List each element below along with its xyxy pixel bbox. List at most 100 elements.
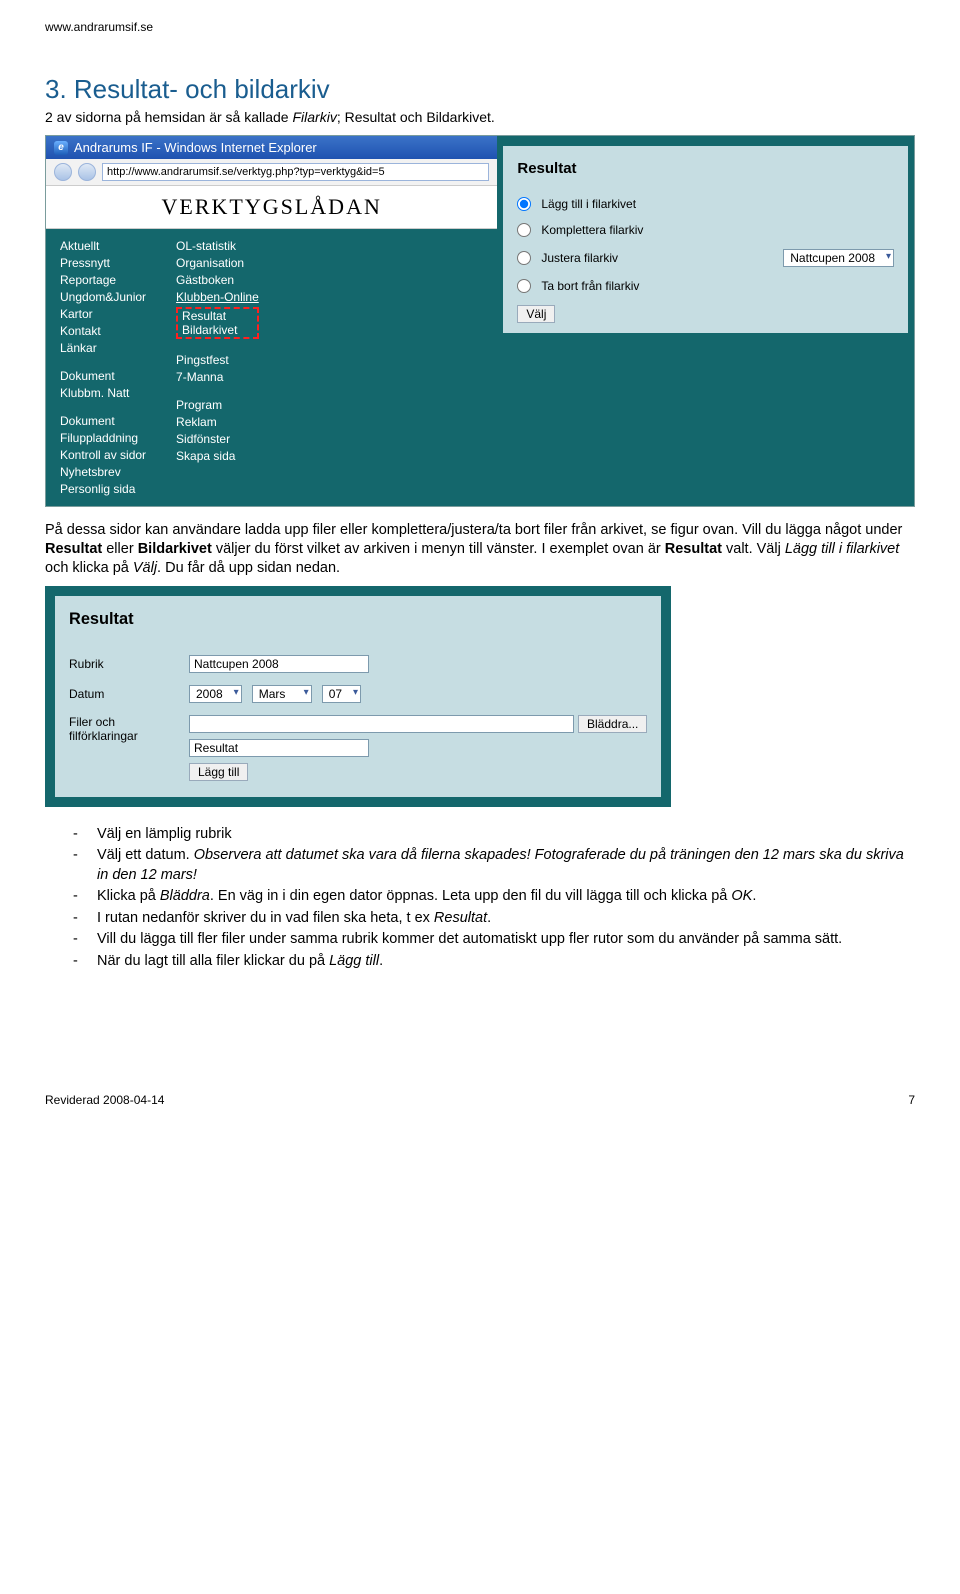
bullet-4: I rutan nedanför skriver du in vad filen… — [73, 909, 915, 929]
nav-lankar[interactable]: Länkar — [60, 341, 146, 355]
b3b: Bläddra — [160, 888, 210, 904]
mid-em2: Välj — [133, 560, 157, 576]
browse-button[interactable]: Bläddra... — [578, 715, 647, 733]
bullet-3: Klicka på Bläddra. En väg in i din egen … — [73, 887, 915, 907]
label-rubrik: Rubrik — [69, 657, 179, 671]
b3d: OK — [731, 888, 752, 904]
input-file[interactable] — [189, 715, 574, 733]
intro-post: ; Resultat och Bildarkivet. — [337, 109, 495, 125]
ie-titlebar: e Andrarums IF - Windows Internet Explor… — [46, 136, 497, 159]
section-title: 3. Resultat- och bildarkiv — [45, 74, 915, 109]
laggtill-button[interactable]: Lägg till — [189, 763, 248, 781]
input-rubrik[interactable]: Nattcupen 2008 — [189, 655, 369, 673]
nav-reklam[interactable]: Reklam — [176, 415, 259, 429]
resultat-form-panel: Resultat Rubrik Nattcupen 2008 Datum 200… — [55, 596, 661, 797]
radio-justera-label: Justera filarkiv — [541, 251, 618, 265]
b3a: Klicka på — [97, 888, 160, 904]
b3e: . — [752, 888, 756, 904]
input-filedesc[interactable]: Resultat — [189, 739, 369, 757]
mid-b3: Resultat — [665, 541, 722, 557]
nav-sep — [176, 342, 259, 350]
mid-a: På dessa sidor kan användare ladda upp f… — [45, 522, 902, 538]
valj-button[interactable]: Välj — [517, 305, 555, 323]
page-footer: Reviderad 2008-04-14 7 — [45, 973, 915, 1127]
screenshot-2-wrap: Resultat Rubrik Nattcupen 2008 Datum 200… — [45, 586, 671, 807]
resultat-panel-wrap: Resultat Lägg till i filarkivet Komplett… — [497, 136, 914, 506]
nav-ungdom[interactable]: Ungdom&Junior — [60, 290, 146, 304]
nav-gastboken[interactable]: Gästboken — [176, 273, 259, 287]
screenshot-1: e Andrarums IF - Windows Internet Explor… — [45, 135, 915, 507]
site-logo: VERKTYGSLÅDAN — [46, 186, 497, 229]
bullet-6: När du lagt till alla filer klickar du p… — [73, 952, 915, 972]
panel1-title: Resultat — [517, 160, 894, 191]
radio-justera[interactable] — [517, 251, 531, 265]
bullet-5: Vill du lägga till fler filer under samm… — [73, 930, 915, 950]
b4a: I rutan nedanför skriver du in vad filen… — [97, 910, 434, 926]
footer-revised: Reviderad 2008-04-14 — [45, 1093, 164, 1107]
nav-organisation[interactable]: Organisation — [176, 256, 259, 270]
nav-program[interactable]: Program — [176, 398, 259, 412]
b6b: Lägg till — [329, 953, 379, 969]
address-field[interactable]: http://www.andrarumsif.se/verktyg.php?ty… — [102, 163, 489, 181]
mid-f: och klicka på — [45, 560, 133, 576]
mid-c: eller — [102, 541, 137, 557]
mid-b2: Bildarkivet — [138, 541, 212, 557]
panel2-title: Resultat — [69, 610, 647, 649]
nav-skapasida[interactable]: Skapa sida — [176, 449, 259, 463]
mid-g: . Du får då upp sidan nedan. — [157, 560, 340, 576]
nav-kartor[interactable]: Kartor — [60, 307, 146, 321]
nav-sep — [60, 403, 146, 411]
middle-paragraph: På dessa sidor kan användare ladda upp f… — [45, 507, 915, 578]
nav-area: Aktuellt Pressnytt Reportage Ungdom&Juni… — [46, 229, 497, 506]
select-day[interactable]: 07 — [322, 685, 361, 703]
nav-col-left: Aktuellt Pressnytt Reportage Ungdom&Juni… — [60, 239, 146, 496]
radio-tabort[interactable] — [517, 279, 531, 293]
select-year[interactable]: 2008 — [189, 685, 242, 703]
bullet-1: Välj en lämplig rubrik — [73, 825, 915, 845]
label-filer: Filer och filförklaringar — [69, 715, 179, 743]
mid-d: väljer du först vilket av arkiven i meny… — [212, 541, 665, 557]
radio-lagg-till-label: Lägg till i filarkivet — [541, 197, 636, 211]
nav-bildarkivet[interactable]: Bildarkivet — [182, 323, 253, 337]
instruction-list: Välj en lämplig rubrik Välj ett datum. O… — [45, 807, 915, 972]
nav-resultat[interactable]: Resultat — [182, 309, 253, 323]
forward-button[interactable] — [78, 163, 96, 181]
nav-dokument1[interactable]: Dokument — [60, 369, 146, 383]
nav-olstatistik[interactable]: OL-statistik — [176, 239, 259, 253]
b2a: Välj ett datum. — [97, 847, 194, 863]
label-datum: Datum — [69, 687, 179, 701]
radio-tabort-label: Ta bort från filarkiv — [541, 279, 639, 293]
bullet-2: Välj ett datum. Observera att datumet sk… — [73, 846, 915, 885]
nav-klubbm[interactable]: Klubbm. Natt — [60, 386, 146, 400]
nav-filuppladdning[interactable]: Filuppladdning — [60, 431, 146, 445]
select-arkiv[interactable]: Nattcupen 2008 — [783, 249, 894, 267]
nav-nyhetsbrev[interactable]: Nyhetsbrev — [60, 465, 146, 479]
radio-komplettera[interactable] — [517, 223, 531, 237]
back-button[interactable] — [54, 163, 72, 181]
select-month[interactable]: Mars — [252, 685, 312, 703]
nav-sep — [176, 387, 259, 395]
nav-dokument2[interactable]: Dokument — [60, 414, 146, 428]
nav-sidfonster[interactable]: Sidfönster — [176, 432, 259, 446]
intro-pre: 2 av sidorna på hemsidan är så kallade — [45, 109, 292, 125]
b6a: När du lagt till alla filer klickar du p… — [97, 953, 329, 969]
b4b: Resultat — [434, 910, 487, 926]
b2b: Observera att datumet ska vara då filern… — [97, 847, 904, 883]
nav-kontroll[interactable]: Kontroll av sidor — [60, 448, 146, 462]
nav-aktuellt[interactable]: Aktuellt — [60, 239, 146, 253]
page-header-url: www.andrarumsif.se — [45, 0, 915, 74]
b6c: . — [379, 953, 383, 969]
nav-pressnytt[interactable]: Pressnytt — [60, 256, 146, 270]
nav-reportage[interactable]: Reportage — [60, 273, 146, 287]
b3c: . En väg in i din egen dator öppnas. Let… — [210, 888, 732, 904]
nav-kontakt[interactable]: Kontakt — [60, 324, 146, 338]
mid-em: Lägg till i filarkivet — [785, 541, 899, 557]
nav-7manna[interactable]: 7-Manna — [176, 370, 259, 384]
footer-page-number: 7 — [908, 1093, 915, 1107]
section-intro: 2 av sidorna på hemsidan är så kallade F… — [45, 109, 915, 135]
nav-klubben-online[interactable]: Klubben-Online — [176, 290, 259, 304]
ie-window: e Andrarums IF - Windows Internet Explor… — [46, 136, 497, 506]
nav-pingstfest[interactable]: Pingstfest — [176, 353, 259, 367]
radio-lagg-till[interactable] — [517, 197, 531, 211]
nav-personlig[interactable]: Personlig sida — [60, 482, 146, 496]
